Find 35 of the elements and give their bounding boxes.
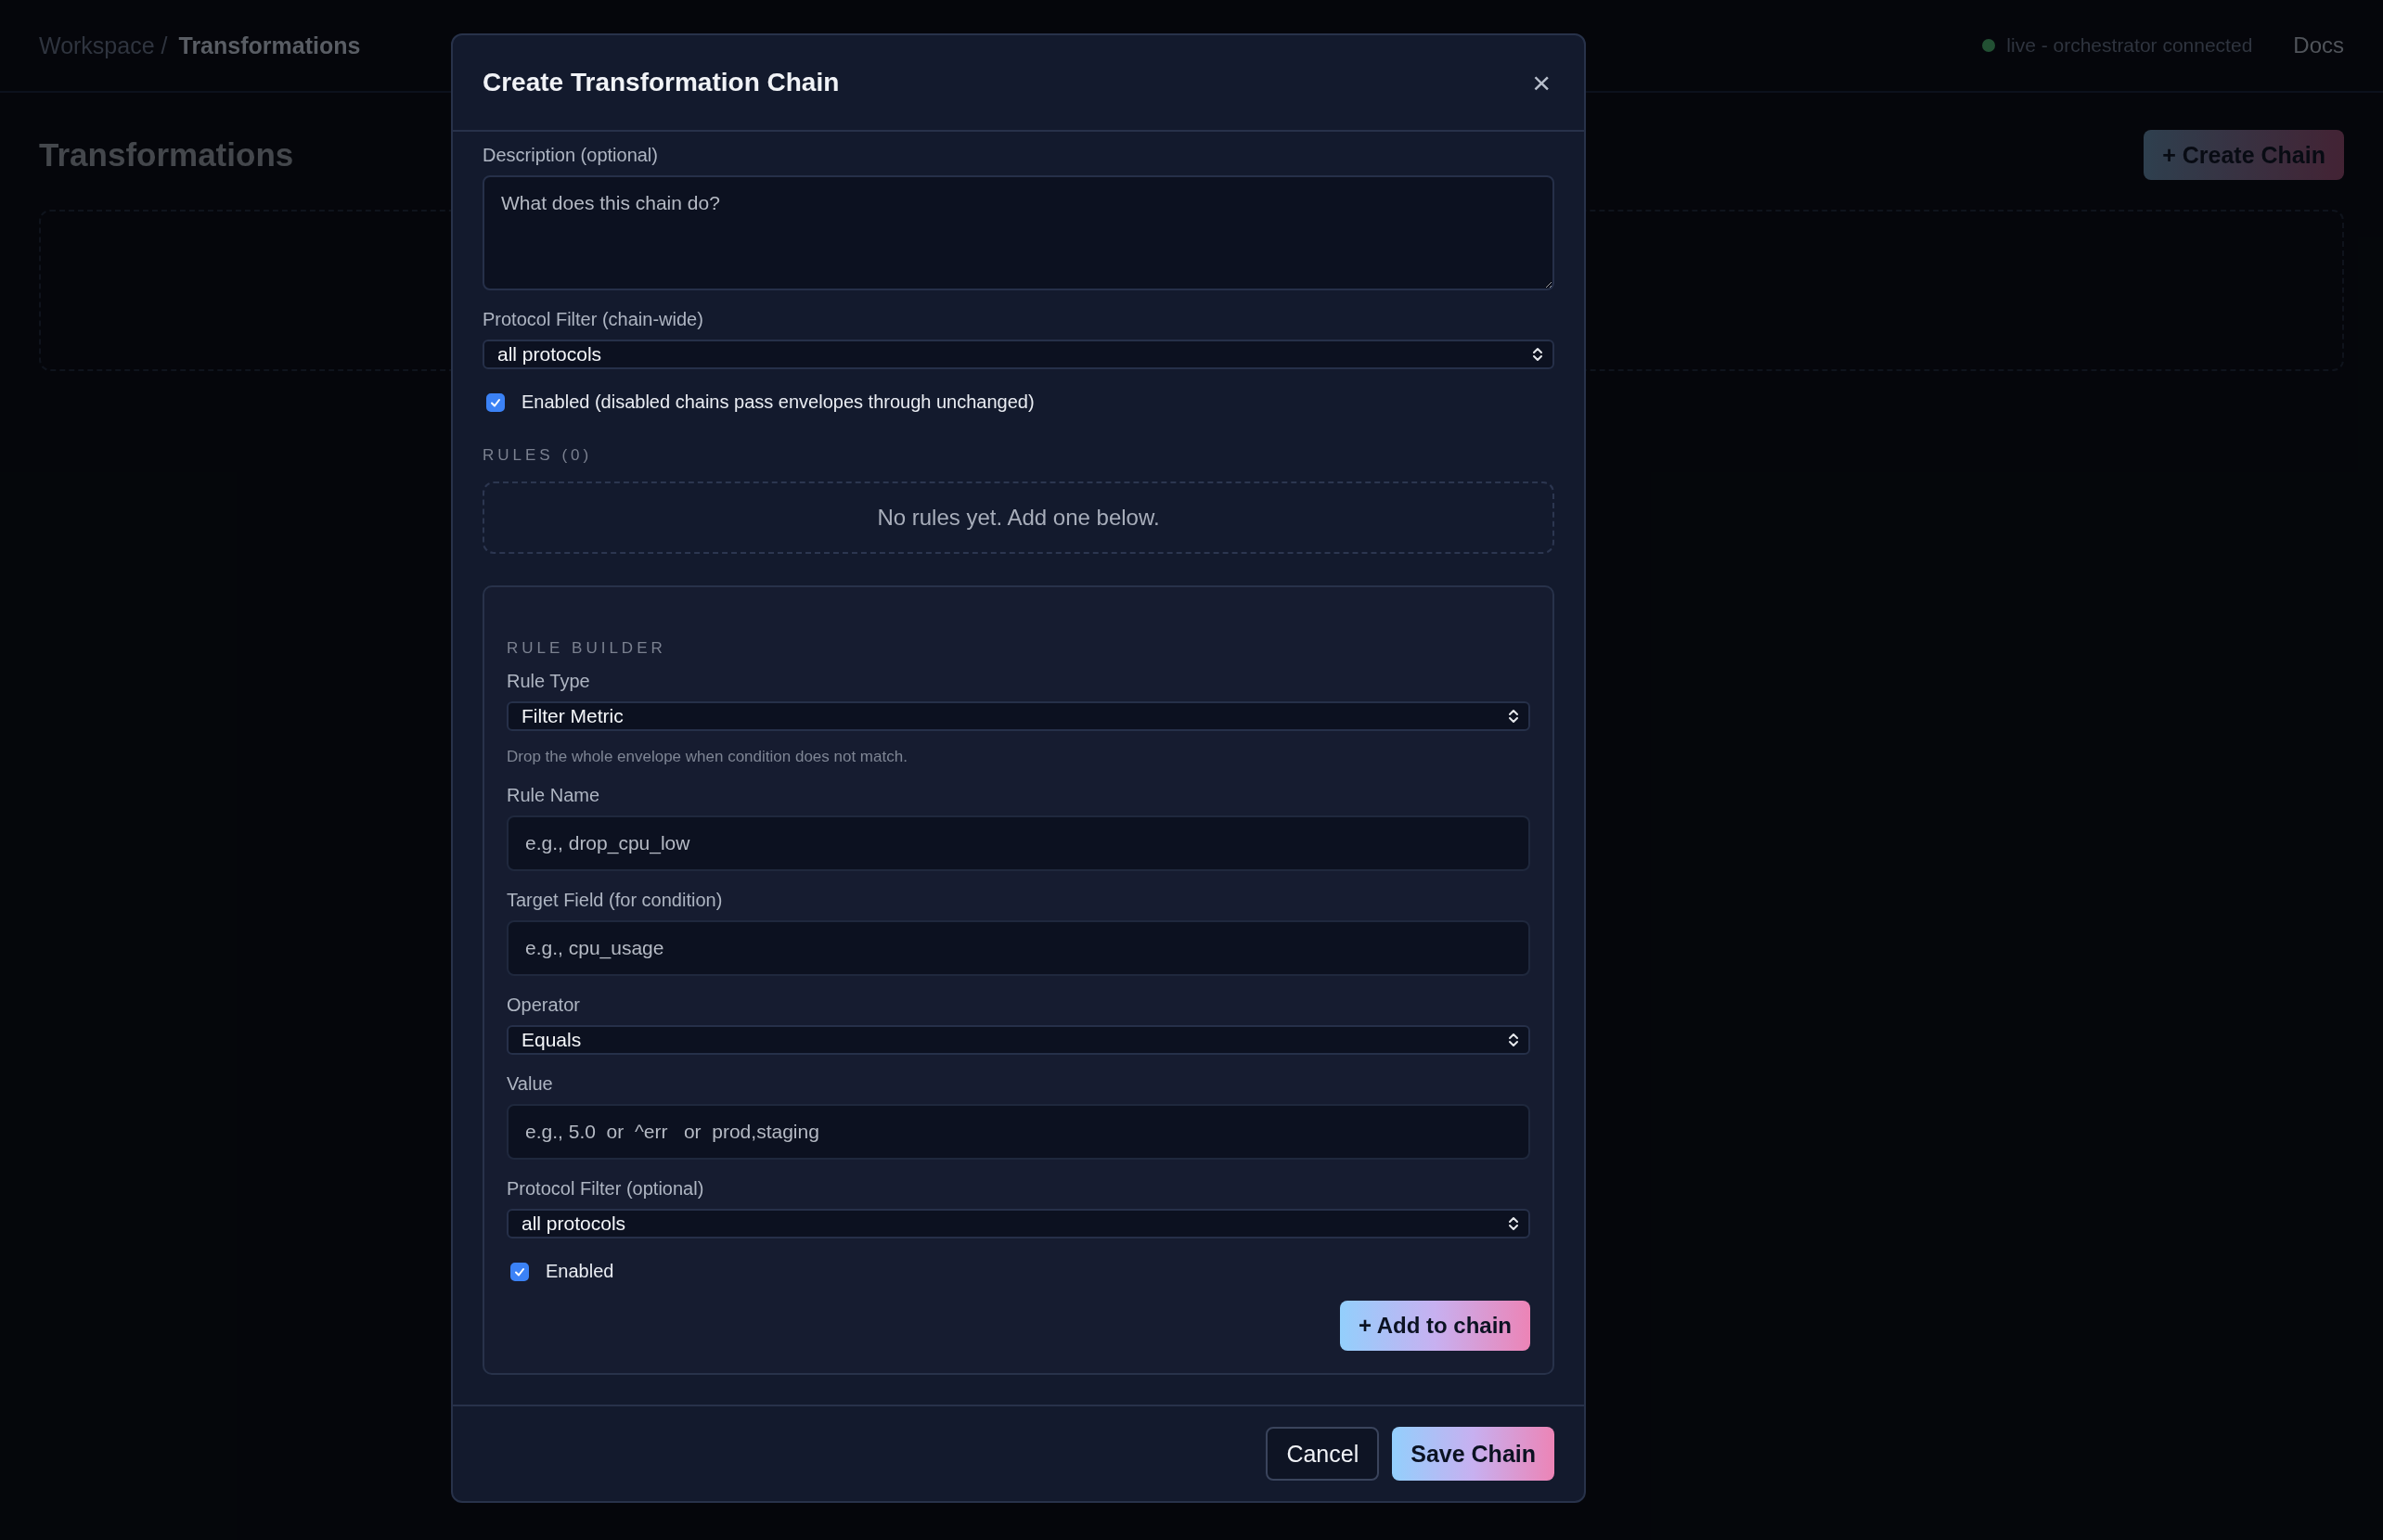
field-label: Description (optional) (483, 145, 659, 166)
breadcrumb-current: Transformations (178, 32, 361, 59)
select-dropdown[interactable]: all protocols (507, 1209, 1530, 1238)
field-label: Target Field (for condition) (507, 890, 724, 911)
field-label: Value (507, 1073, 554, 1095)
field-label: Rule Type (507, 671, 591, 692)
section-heading: RULES (0) (483, 446, 594, 465)
checkbox-label: Enabled (disabled chains pass envelopes through unchanged) (522, 391, 1035, 413)
checkbox[interactable] (486, 392, 505, 412)
chevron-icon (1508, 708, 1519, 725)
checkbox-label: Enabled (546, 1261, 614, 1282)
field-label: Operator (507, 995, 581, 1016)
select-dropdown[interactable]: Filter Metric (507, 701, 1530, 731)
field-label: Rule Name (507, 785, 601, 806)
field-label: Protocol Filter (optional) (507, 1178, 705, 1200)
help-text: Drop the whole envelope when condition does not match. (507, 748, 908, 766)
checkbox[interactable] (510, 1262, 529, 1281)
page-title: Transformations (39, 136, 294, 173)
cancel-button[interactable]: Cancel (1266, 1427, 1380, 1481)
description-field[interactable]: What does this chain do? (483, 175, 1554, 290)
chevron-icon (1508, 1215, 1519, 1232)
select-dropdown[interactable]: all protocols (483, 340, 1554, 369)
add-to-chain-button[interactable]: + Add to chain (1339, 1301, 1530, 1351)
text-field[interactable]: e.g., cpu_usage (507, 920, 1530, 976)
empty-rules-note: No rules yet. Add one below. (483, 481, 1554, 554)
text-field[interactable]: e.g., drop_cpu_low (507, 815, 1530, 871)
chevron-icon (1532, 346, 1543, 363)
save-button[interactable]: Save Chain (1392, 1427, 1554, 1481)
select-dropdown[interactable]: Equals (507, 1025, 1530, 1055)
section-heading: RULE BUILDER (507, 639, 667, 658)
field-label: Protocol Filter (chain-wide) (483, 309, 704, 330)
chevron-icon (1508, 1032, 1519, 1048)
close-button[interactable]: × (1528, 67, 1554, 98)
text-field[interactable]: e.g., 5.0 or ^err or prod,staging (507, 1104, 1530, 1160)
modal-title: Create Transformation Chain (483, 68, 840, 97)
